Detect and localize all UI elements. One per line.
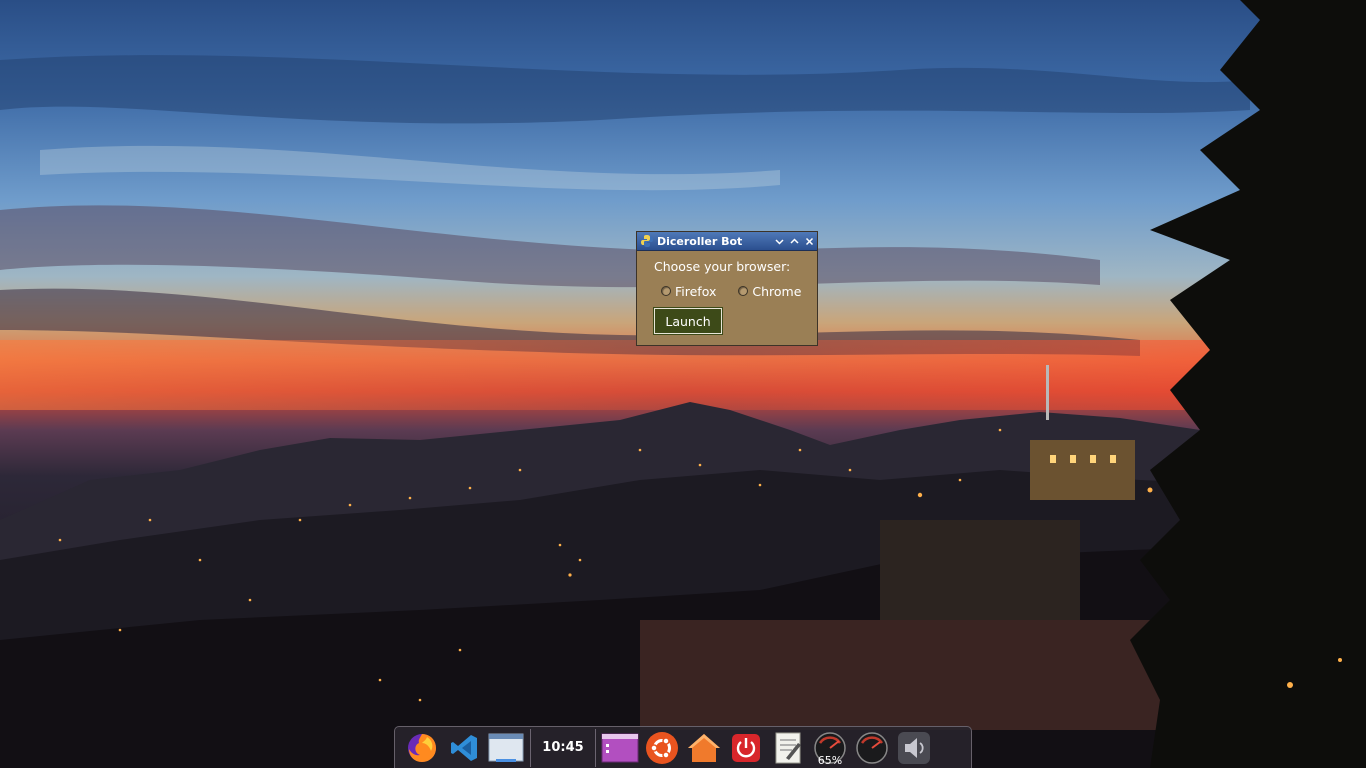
speedometer-applet[interactable] bbox=[851, 729, 893, 767]
power-icon bbox=[732, 733, 760, 762]
launch-button[interactable]: Launch bbox=[653, 307, 723, 335]
power-launcher[interactable] bbox=[725, 729, 767, 767]
desktop-wallpaper bbox=[0, 0, 1366, 768]
firefox-radio-label[interactable]: Firefox bbox=[675, 284, 716, 299]
firefox-launcher[interactable] bbox=[401, 729, 443, 767]
home-folder-launcher[interactable] bbox=[683, 729, 725, 767]
browser-radio-group: Firefox Chrome bbox=[654, 283, 817, 299]
minimize-button[interactable] bbox=[772, 234, 787, 249]
window-body: Choose your browser: Firefox Chrome Laun… bbox=[637, 251, 817, 335]
home-folder-icon bbox=[688, 733, 720, 762]
diceroller-window: Diceroller Bot Choose your browser: Fire… bbox=[636, 231, 818, 346]
radio-circle-icon[interactable] bbox=[661, 286, 671, 296]
chevron-down-icon bbox=[775, 238, 784, 245]
chevron-up-icon bbox=[790, 237, 799, 244]
close-icon bbox=[805, 237, 814, 245]
window-title: Diceroller Bot bbox=[657, 234, 743, 248]
cpu-gauge-applet[interactable]: 65% bbox=[809, 729, 851, 767]
taskbar-dock: 10:45 65% bbox=[394, 726, 972, 768]
volume-icon bbox=[898, 731, 930, 764]
text-editor-icon bbox=[775, 732, 801, 763]
firefox-icon bbox=[408, 733, 436, 762]
speedometer-icon bbox=[856, 731, 888, 764]
window-icon bbox=[488, 733, 524, 762]
dock-separator bbox=[530, 728, 531, 767]
chrome-radio-label[interactable]: Chrome bbox=[752, 284, 801, 299]
menu-window-icon bbox=[601, 733, 639, 762]
chrome-radio[interactable]: Chrome bbox=[738, 284, 801, 299]
text-editor-launcher[interactable] bbox=[767, 729, 809, 767]
ubuntu-icon bbox=[646, 731, 678, 764]
firefox-radio[interactable]: Firefox bbox=[661, 284, 716, 299]
vscode-icon bbox=[451, 734, 477, 761]
clock[interactable]: 10:45 bbox=[534, 729, 592, 767]
cpu-percent: 65% bbox=[817, 753, 843, 767]
python-icon bbox=[641, 235, 653, 247]
dock-separator bbox=[595, 728, 596, 767]
ubuntu-launcher[interactable] bbox=[641, 729, 683, 767]
close-button[interactable] bbox=[802, 234, 817, 249]
vscode-launcher[interactable] bbox=[443, 729, 485, 767]
radio-circle-icon[interactable] bbox=[738, 286, 749, 296]
browser-prompt: Choose your browser: bbox=[654, 259, 791, 274]
maximize-button[interactable] bbox=[787, 234, 802, 249]
menu-window-launcher[interactable] bbox=[599, 729, 641, 767]
window-titlebar[interactable]: Diceroller Bot bbox=[637, 232, 817, 251]
volume-applet[interactable] bbox=[893, 729, 935, 767]
window-launcher[interactable] bbox=[485, 729, 527, 767]
